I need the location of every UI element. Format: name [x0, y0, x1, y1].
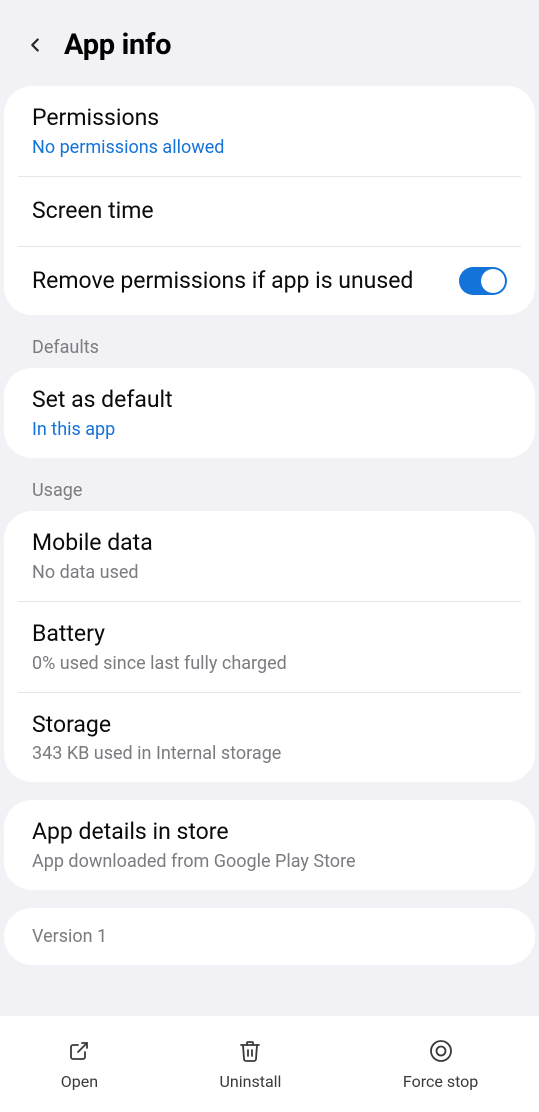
force-stop-label: Force stop: [403, 1072, 478, 1091]
storage-label: Storage: [32, 711, 507, 740]
version-text: Version 1: [32, 926, 507, 947]
battery-sub: 0% used since last fully charged: [32, 653, 507, 674]
row-screen-time[interactable]: Screen time: [4, 177, 535, 246]
mobile-data-sub: No data used: [32, 562, 507, 583]
set-default-sub: In this app: [32, 419, 507, 440]
row-storage[interactable]: Storage 343 KB used in Internal storage: [4, 693, 535, 783]
row-set-default[interactable]: Set as default In this app: [4, 368, 535, 458]
back-icon[interactable]: [20, 30, 50, 60]
store-label: App details in store: [32, 818, 507, 847]
row-app-details-store[interactable]: App details in store App downloaded from…: [4, 800, 535, 890]
open-icon: [66, 1038, 92, 1064]
permissions-sub: No permissions allowed: [32, 137, 507, 158]
trash-icon: [237, 1038, 263, 1064]
force-stop-button[interactable]: Force stop: [403, 1038, 478, 1091]
set-default-label: Set as default: [32, 386, 507, 415]
permissions-label: Permissions: [32, 104, 507, 133]
bottom-bar: Open Uninstall Force stop: [0, 1016, 539, 1112]
row-battery[interactable]: Battery 0% used since last fully charged: [4, 602, 535, 692]
page-title: App info: [64, 28, 171, 62]
row-permissions[interactable]: Permissions No permissions allowed: [4, 86, 535, 176]
row-mobile-data[interactable]: Mobile data No data used: [4, 511, 535, 601]
open-button[interactable]: Open: [61, 1038, 98, 1091]
row-version: Version 1: [4, 908, 535, 965]
storage-sub: 343 KB used in Internal storage: [32, 743, 507, 764]
section-header-usage: Usage: [0, 458, 539, 511]
uninstall-button[interactable]: Uninstall: [220, 1038, 282, 1091]
remove-unused-label: Remove permissions if app is unused: [32, 267, 413, 296]
toggle-knob: [481, 269, 505, 293]
row-remove-unused[interactable]: Remove permissions if app is unused: [4, 247, 535, 316]
open-label: Open: [61, 1072, 98, 1091]
uninstall-label: Uninstall: [220, 1072, 282, 1091]
screen-time-label: Screen time: [32, 197, 507, 226]
force-stop-icon: [428, 1038, 454, 1064]
battery-label: Battery: [32, 620, 507, 649]
mobile-data-label: Mobile data: [32, 529, 507, 558]
store-sub: App downloaded from Google Play Store: [32, 851, 507, 872]
section-header-defaults: Defaults: [0, 315, 539, 368]
remove-unused-toggle[interactable]: [459, 267, 507, 295]
